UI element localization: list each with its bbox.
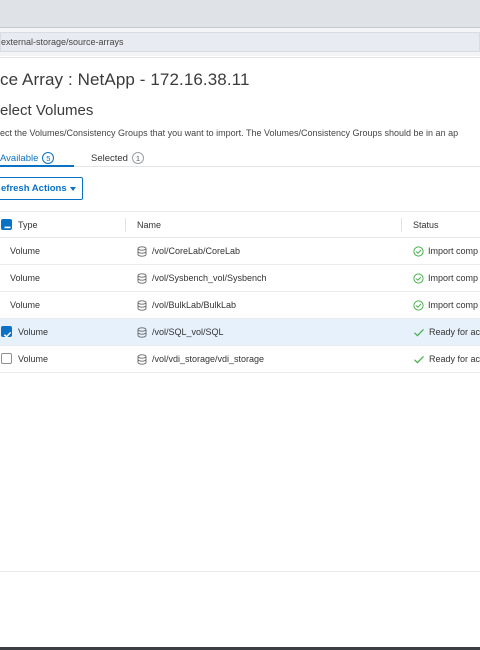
check-circle-icon bbox=[413, 299, 424, 311]
select-all-checkbox[interactable] bbox=[1, 219, 12, 230]
status-cell: Import comp bbox=[413, 265, 480, 291]
column-separator bbox=[401, 218, 402, 232]
type-cell: Volume bbox=[10, 300, 41, 310]
volume-name: /vol/SQL_vol/SQL bbox=[152, 327, 224, 337]
row-checkbox[interactable] bbox=[1, 353, 12, 364]
checkmark-icon bbox=[3, 331, 12, 338]
table-row[interactable]: Volume /vol/CoreLab/CoreLab Import comp bbox=[0, 238, 480, 265]
table-row[interactable]: Volume /vol/SQL_vol/SQL Ready for ac bbox=[0, 319, 480, 346]
status-text: Import comp bbox=[428, 273, 479, 283]
type-cell: Volume bbox=[10, 273, 41, 283]
page-title: ce Array : NetApp - 172.16.38.11 bbox=[0, 70, 250, 89]
volumes-table: Type Name Status Volume /vol/CoreLab/Cor… bbox=[0, 211, 480, 373]
checkmark-icon bbox=[414, 355, 424, 364]
table-row[interactable]: Volume /vol/vdi_storage/vdi_storage Read… bbox=[0, 346, 480, 373]
name-cell: /vol/vdi_storage/vdi_storage bbox=[137, 346, 264, 372]
volume-name: /vol/CoreLab/CoreLab bbox=[152, 246, 241, 256]
available-count-badge: 5 bbox=[42, 152, 55, 164]
table-header: Type Name Status bbox=[0, 211, 480, 238]
status-text: Import comp bbox=[428, 246, 479, 256]
type-cell: Volume bbox=[10, 246, 41, 256]
status-cell: Ready for ac bbox=[413, 346, 480, 372]
database-icon bbox=[137, 326, 147, 338]
divider bbox=[0, 57, 480, 58]
type-cell: Volume bbox=[18, 354, 49, 364]
url-field[interactable]: external-storage/source-arrays bbox=[0, 32, 480, 52]
table-row[interactable]: Volume /vol/BulkLab/BulkLab Import comp bbox=[0, 292, 480, 319]
browser-titlebar bbox=[0, 0, 480, 28]
table-row[interactable]: Volume /vol/Sysbench_vol/Sysbench Import… bbox=[0, 265, 480, 292]
column-header-status[interactable]: Status bbox=[413, 212, 439, 238]
database-icon bbox=[137, 245, 147, 257]
column-header-type[interactable]: Type bbox=[18, 212, 38, 238]
active-tab-indicator bbox=[0, 165, 74, 167]
minus-icon bbox=[4, 226, 11, 229]
status-text: Import comp bbox=[428, 300, 479, 310]
status-cell: Import comp bbox=[413, 292, 480, 318]
database-icon bbox=[137, 272, 147, 284]
check-circle-icon bbox=[413, 272, 424, 284]
volume-name: /vol/Sysbench_vol/Sysbench bbox=[152, 273, 267, 283]
name-cell: /vol/Sysbench_vol/Sysbench bbox=[137, 265, 267, 291]
checkmark-icon bbox=[414, 328, 424, 337]
name-cell: /vol/BulkLab/BulkLab bbox=[137, 292, 236, 318]
refresh-actions-button[interactable]: efresh Actions bbox=[0, 177, 83, 200]
database-icon bbox=[137, 299, 147, 311]
caret-down-icon bbox=[69, 186, 76, 191]
tab-available[interactable]: Available 5 bbox=[0, 150, 55, 166]
tab-selected-label: Selected bbox=[91, 152, 128, 164]
status-text: Ready for ac bbox=[428, 327, 480, 337]
name-cell: /vol/SQL_vol/SQL bbox=[137, 319, 224, 345]
column-header-name[interactable]: Name bbox=[137, 212, 161, 238]
volume-name: /vol/vdi_storage/vdi_storage bbox=[152, 354, 265, 364]
name-cell: /vol/CoreLab/CoreLab bbox=[137, 238, 240, 264]
row-checkbox[interactable] bbox=[1, 326, 12, 338]
status-text: Ready for ac bbox=[428, 354, 480, 364]
tab-selected[interactable]: Selected 1 bbox=[91, 150, 144, 166]
instructions-text: ect the Volumes/Consistency Groups that … bbox=[0, 128, 459, 138]
refresh-actions-label: efresh Actions bbox=[1, 183, 67, 194]
volume-name: /vol/BulkLab/BulkLab bbox=[152, 300, 237, 310]
selected-count-badge: 1 bbox=[131, 152, 144, 164]
status-cell: Ready for ac bbox=[413, 319, 480, 345]
database-icon bbox=[137, 353, 147, 365]
column-separator bbox=[125, 218, 126, 232]
tab-available-label: Available bbox=[0, 152, 39, 164]
section-title: elect Volumes bbox=[0, 102, 94, 119]
type-cell: Volume bbox=[18, 327, 49, 337]
footer-divider bbox=[0, 571, 480, 572]
status-cell: Import comp bbox=[413, 238, 480, 264]
check-circle-icon bbox=[413, 245, 424, 257]
